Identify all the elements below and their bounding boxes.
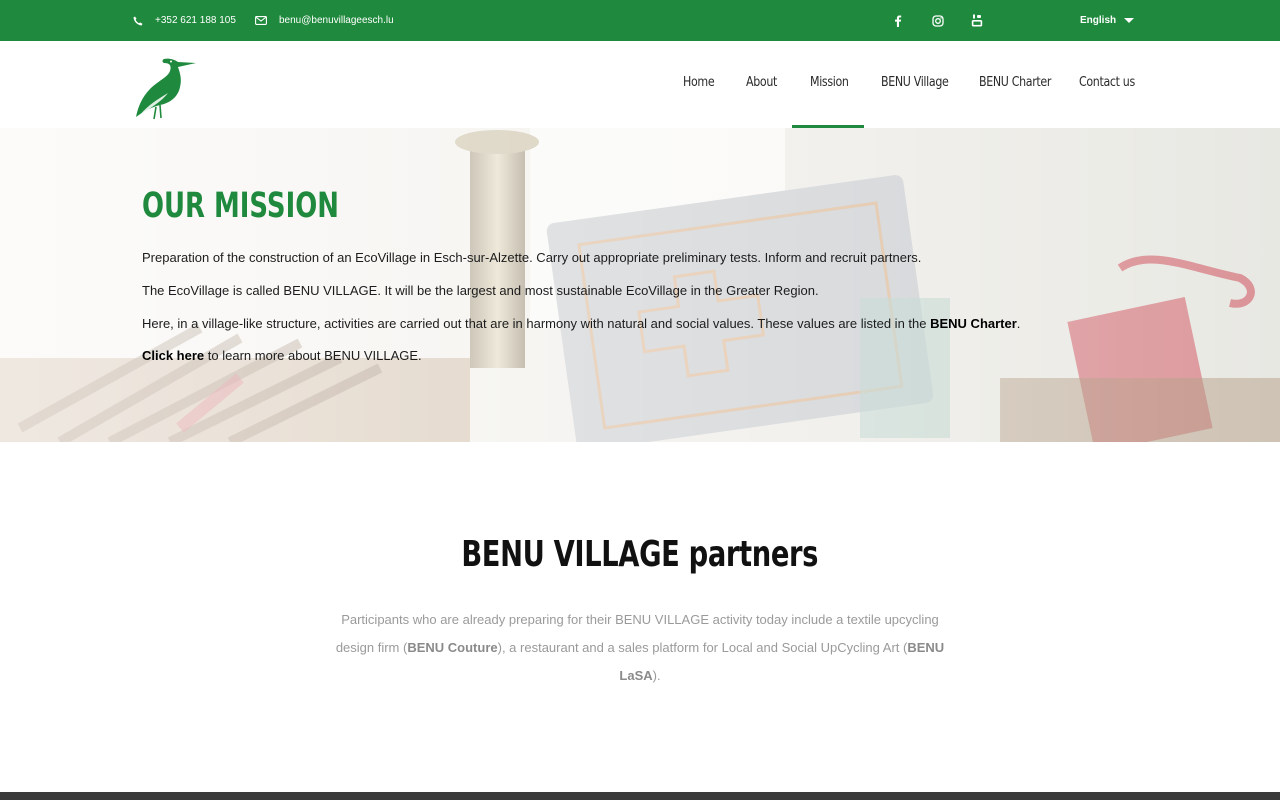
mission-paragraph-3: Here, in a village-like structure, activ… <box>142 316 1020 331</box>
nav-benu-charter[interactable]: BENU Charter <box>979 41 1051 128</box>
partners-description: Participants who are already preparing f… <box>335 606 945 690</box>
phone-icon <box>133 16 143 25</box>
nav-home[interactable]: Home <box>683 41 715 128</box>
heron-logo[interactable] <box>134 49 200 121</box>
footer-edge <box>0 792 1280 800</box>
instagram-icon[interactable] <box>932 0 944 41</box>
partners-text-c: ). <box>652 668 661 683</box>
partners-text-b: ), a restaurant and a sales platform for… <box>497 640 908 655</box>
mission-hero: OUR MISSION Preparation of the construct… <box>0 128 1280 442</box>
mission-paragraph-4: Click here to learn more about BENU VILL… <box>142 348 422 363</box>
nav-benu-village[interactable]: BENU Village <box>881 41 949 128</box>
nav-contact-us[interactable]: Contact us <box>1079 41 1135 128</box>
partner-benu-couture: BENU Couture <box>407 640 498 655</box>
youtube-icon[interactable] <box>971 0 983 41</box>
nav-mission[interactable]: Mission <box>810 41 849 128</box>
page-title: OUR MISSION <box>142 186 339 226</box>
learn-more-text: to learn more about BENU VILLAGE. <box>207 348 422 363</box>
chevron-down-icon <box>1124 18 1135 23</box>
partners-heading-text: BENU VILLAGE partners <box>461 534 819 575</box>
facebook-icon[interactable] <box>894 0 902 41</box>
phone-number: +352 621 188 105 <box>155 15 236 26</box>
partners-heading: BENU VILLAGE partners <box>0 534 1280 575</box>
site-header: Home About Mission BENU Village BENU Cha… <box>0 41 1280 128</box>
mission-paragraph-1: Preparation of the construction of an Ec… <box>142 250 922 265</box>
nav-about[interactable]: About <box>746 41 777 128</box>
benu-charter-link[interactable]: BENU Charter <box>930 316 1017 331</box>
mission-paragraph-3-end: . <box>1016 316 1021 331</box>
click-here-link[interactable]: Click here <box>142 348 204 363</box>
email-contact[interactable]: benu@benuvillageesch.lu <box>255 0 394 41</box>
envelope-icon <box>255 16 267 25</box>
top-bar: +352 621 188 105 benu@benuvillageesch.lu… <box>0 0 1280 41</box>
language-label: English <box>1080 15 1117 26</box>
mission-paragraph-3-text: Here, in a village-like structure, activ… <box>142 316 927 331</box>
phone-contact[interactable]: +352 621 188 105 <box>133 0 236 41</box>
email-address: benu@benuvillageesch.lu <box>279 15 394 26</box>
mission-paragraph-2: The EcoVillage is called BENU VILLAGE. I… <box>142 283 819 298</box>
language-selector[interactable]: English <box>1080 0 1135 41</box>
